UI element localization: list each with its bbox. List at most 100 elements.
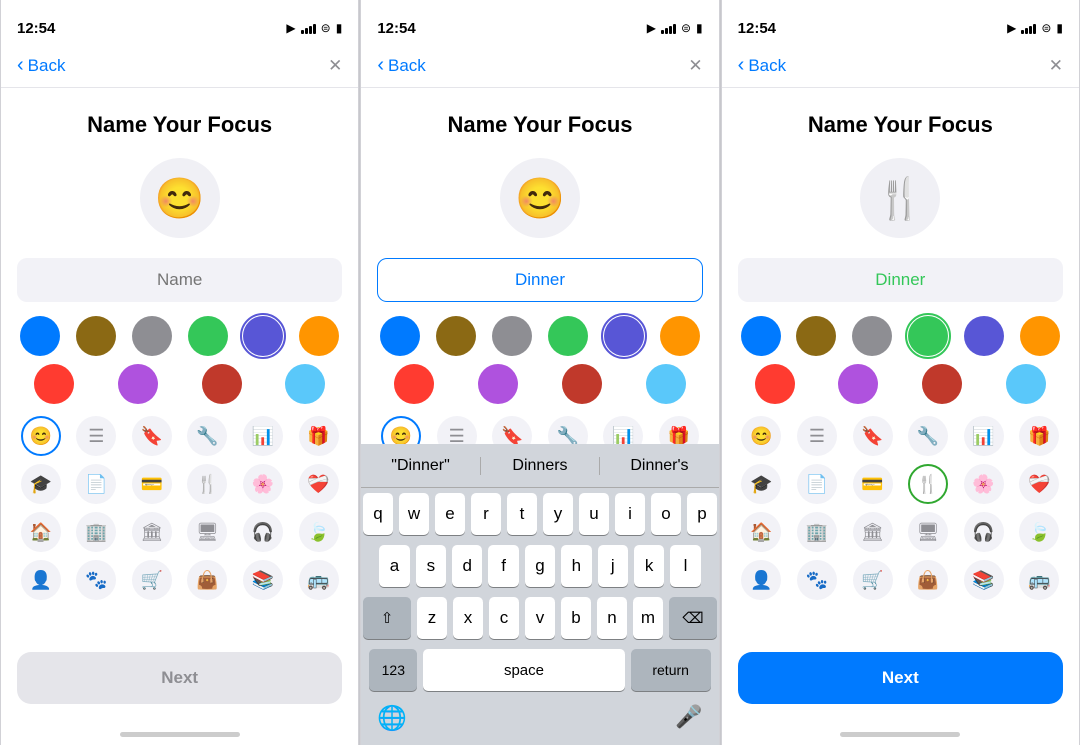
icon-monitor-3[interactable]: 🖥	[908, 512, 948, 552]
color-teal-3[interactable]	[1006, 364, 1046, 404]
back-button-3[interactable]: ‹ Back	[738, 54, 786, 77]
icon-health-3[interactable]: ❤️‍🩹	[1019, 464, 1059, 504]
key-p[interactable]: p	[687, 493, 717, 535]
icon-home-1[interactable]: 🏠	[21, 512, 61, 552]
key-x[interactable]: x	[453, 597, 483, 639]
autocorrect-word-3[interactable]: Dinner's	[600, 457, 718, 475]
icon-chart-1[interactable]: 📊	[243, 416, 283, 456]
color-orange-2[interactable]	[660, 316, 700, 356]
key-q[interactable]: q	[363, 493, 393, 535]
icon-bag-1[interactable]: 👜	[187, 560, 227, 600]
color-purple-1[interactable]	[118, 364, 158, 404]
icon-chart-3[interactable]: 📊	[964, 416, 1004, 456]
icon-doc-3[interactable]: 📄	[797, 464, 837, 504]
icon-wrench-3[interactable]: 🔧	[908, 416, 948, 456]
key-y[interactable]: y	[543, 493, 573, 535]
color-indigo-2[interactable]	[604, 316, 644, 356]
key-s[interactable]: s	[416, 545, 446, 587]
icon-building-3[interactable]: 🏢	[797, 512, 837, 552]
color-brown-1[interactable]	[76, 316, 116, 356]
emoji-avatar-1[interactable]: 😊	[140, 158, 220, 238]
key-v[interactable]: v	[525, 597, 555, 639]
icon-cart-1[interactable]: 🛒	[132, 560, 172, 600]
key-n[interactable]: n	[597, 597, 627, 639]
icon-book-1[interactable]: 📚	[243, 560, 283, 600]
key-d[interactable]: d	[452, 545, 482, 587]
mic-key[interactable]: 🎤	[675, 704, 702, 733]
back-label-2[interactable]: Back	[388, 56, 426, 76]
key-t[interactable]: t	[507, 493, 537, 535]
key-w[interactable]: w	[399, 493, 429, 535]
key-z[interactable]: z	[417, 597, 447, 639]
icon-cart-3[interactable]: 🛒	[853, 560, 893, 600]
color-green-1[interactable]	[188, 316, 228, 356]
key-f[interactable]: f	[488, 545, 518, 587]
icon-health-1[interactable]: ❤️‍🩹	[299, 464, 339, 504]
key-shift[interactable]: ⇧	[363, 597, 411, 639]
key-c[interactable]: c	[489, 597, 519, 639]
color-green-2[interactable]	[548, 316, 588, 356]
icon-bus-1[interactable]: 🚌	[299, 560, 339, 600]
icon-bank-3[interactable]: 🏛	[853, 512, 893, 552]
emoji-key[interactable]: 🌐	[377, 704, 407, 733]
icon-bookmark-1[interactable]: 🔖	[132, 416, 172, 456]
autocorrect-word-2[interactable]: Dinners	[481, 457, 600, 475]
color-crimson-1[interactable]	[202, 364, 242, 404]
icon-bank-1[interactable]: 🏛	[132, 512, 172, 552]
icon-flower-1[interactable]: 🌸	[243, 464, 283, 504]
color-green-3[interactable]	[908, 316, 948, 356]
icon-bus-3[interactable]: 🚌	[1019, 560, 1059, 600]
back-button-1[interactable]: ‹ Back	[17, 54, 65, 77]
color-brown-3[interactable]	[796, 316, 836, 356]
key-return[interactable]: return	[631, 649, 711, 691]
key-delete[interactable]: ⌫	[669, 597, 717, 639]
emoji-avatar-3[interactable]: 🍴	[860, 158, 940, 238]
key-g[interactable]: g	[525, 545, 555, 587]
icon-wrench-1[interactable]: 🔧	[187, 416, 227, 456]
key-numbers[interactable]: 123	[369, 649, 417, 691]
color-orange-3[interactable]	[1020, 316, 1060, 356]
close-button-1[interactable]: ✕	[328, 56, 342, 76]
emoji-avatar-2[interactable]: 😊	[500, 158, 580, 238]
icon-list-1[interactable]: ☰	[76, 416, 116, 456]
color-teal-2[interactable]	[646, 364, 686, 404]
icon-home-3[interactable]: 🏠	[741, 512, 781, 552]
color-orange-1[interactable]	[299, 316, 339, 356]
color-gray-1[interactable]	[132, 316, 172, 356]
icon-gift-1[interactable]: 🎁	[299, 416, 339, 456]
icon-headphones-1[interactable]: 🎧	[243, 512, 283, 552]
icon-card-1[interactable]: 💳	[132, 464, 172, 504]
color-purple-2[interactable]	[478, 364, 518, 404]
key-j[interactable]: j	[598, 545, 628, 587]
color-brown-2[interactable]	[436, 316, 476, 356]
name-input-1[interactable]	[17, 258, 342, 302]
color-crimson-2[interactable]	[562, 364, 602, 404]
key-k[interactable]: k	[634, 545, 664, 587]
icon-person-3[interactable]: 👤	[741, 560, 781, 600]
autocorrect-word-1[interactable]: "Dinner"	[361, 457, 480, 475]
color-purple-3[interactable]	[964, 316, 1004, 356]
icon-hat-3[interactable]: 🎓	[741, 464, 781, 504]
key-r[interactable]: r	[471, 493, 501, 535]
back-label-3[interactable]: Back	[748, 56, 786, 76]
icon-book-3[interactable]: 📚	[964, 560, 1004, 600]
icon-flower-3[interactable]: 🌸	[964, 464, 1004, 504]
icon-emoji-1[interactable]: 😊	[21, 416, 61, 456]
next-button-3[interactable]: Next	[738, 652, 1063, 704]
next-button-1[interactable]: Next	[17, 652, 342, 704]
icon-leaf-1[interactable]: 🍃	[299, 512, 339, 552]
icon-gift-3[interactable]: 🎁	[1019, 416, 1059, 456]
icon-building-1[interactable]: 🏢	[76, 512, 116, 552]
icon-hat-1[interactable]: 🎓	[21, 464, 61, 504]
color-blue-2[interactable]	[380, 316, 420, 356]
close-button-3[interactable]: ✕	[1049, 56, 1063, 76]
key-e[interactable]: e	[435, 493, 465, 535]
close-button-2[interactable]: ✕	[688, 56, 702, 76]
key-a[interactable]: a	[379, 545, 409, 587]
icon-person-1[interactable]: 👤	[21, 560, 61, 600]
icon-fork-1[interactable]: 🍴	[187, 464, 227, 504]
icon-monitor-1[interactable]: 🖥	[187, 512, 227, 552]
icon-doc-1[interactable]: 📄	[76, 464, 116, 504]
color-blue-3[interactable]	[741, 316, 781, 356]
back-button-2[interactable]: ‹ Back	[377, 54, 425, 77]
